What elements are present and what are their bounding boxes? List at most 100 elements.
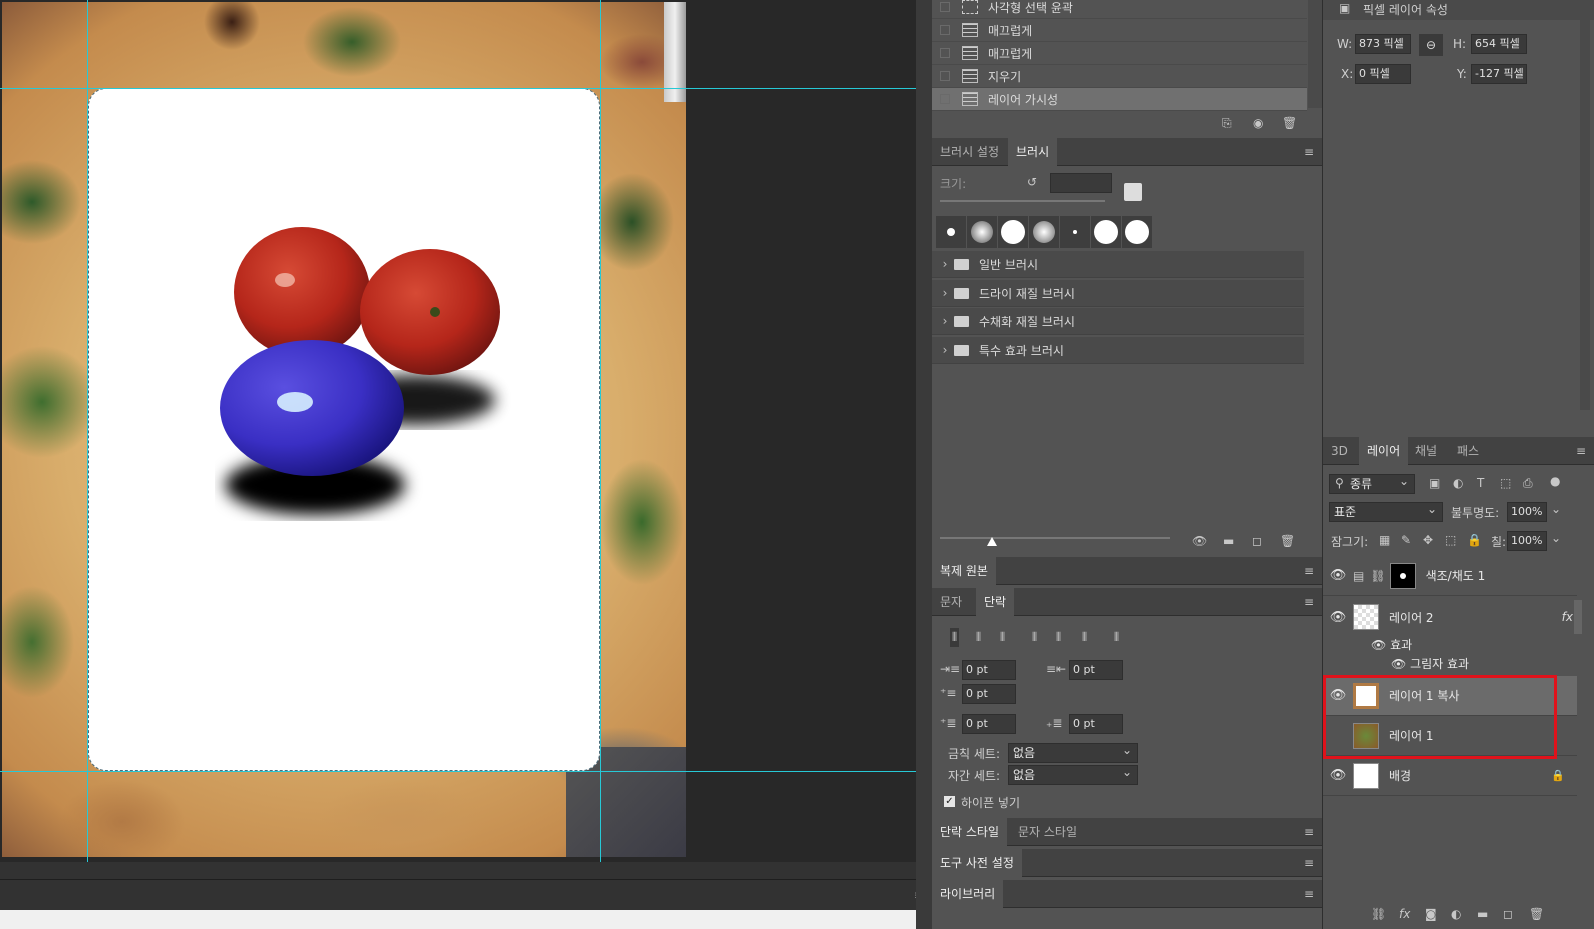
- layer-row-layer-2[interactable]: 👁 레이어 2 fx: [1323, 597, 1577, 637]
- adjustment-layer-icon[interactable]: ◐: [1451, 907, 1461, 921]
- link-icon[interactable]: ⊖: [1419, 34, 1443, 56]
- brush-folder[interactable]: › 수채화 재질 브러시: [932, 308, 1304, 335]
- brush-tip[interactable]: [1091, 216, 1121, 248]
- trash-icon[interactable]: 🗑: [1282, 116, 1297, 130]
- tab-brush[interactable]: 브러시: [1008, 138, 1058, 166]
- tab-character-styles[interactable]: 문자 스타일: [1010, 818, 1085, 846]
- tab-paragraph-styles[interactable]: 단락 스타일: [932, 818, 1008, 846]
- filter-toggle-icon[interactable]: ●: [1550, 474, 1560, 488]
- filter-shape-icon[interactable]: ⬚: [1500, 476, 1511, 490]
- fill-field[interactable]: 100%: [1507, 531, 1547, 551]
- panel-menu-icon[interactable]: ≡: [1304, 595, 1314, 609]
- tab-brush-settings[interactable]: 브러시 설정: [932, 138, 1007, 166]
- chevron-down-icon[interactable]: ⌄: [1551, 502, 1561, 516]
- brush-folder[interactable]: › 일반 브러시: [932, 251, 1304, 278]
- filter-pixel-icon[interactable]: ▣: [1429, 476, 1440, 490]
- indent-left-field[interactable]: 0 pt: [962, 660, 1016, 680]
- width-field[interactable]: 873 픽셀: [1355, 34, 1411, 54]
- effects-row[interactable]: 👁 효과: [1371, 636, 1412, 653]
- justify-center-icon[interactable]: ⫴: [1056, 630, 1061, 645]
- eye-icon[interactable]: 👁: [1323, 768, 1353, 783]
- lock-position-icon[interactable]: ✥: [1423, 533, 1433, 547]
- history-scrollbar[interactable]: [1308, 0, 1322, 108]
- panel-menu-icon[interactable]: ≡: [1304, 825, 1314, 839]
- panel-menu-icon[interactable]: ≡: [1576, 444, 1586, 458]
- toggle-preview-icon[interactable]: 👁: [1192, 534, 1207, 548]
- new-brush-icon[interactable]: [1124, 183, 1142, 201]
- guide-horizontal-bottom[interactable]: [0, 771, 916, 772]
- panel-menu-icon[interactable]: ≡: [1304, 856, 1314, 870]
- panel-menu-icon[interactable]: ≡: [1304, 887, 1314, 901]
- reset-icon[interactable]: ↺: [1027, 175, 1037, 189]
- mask-thumbnail[interactable]: [1389, 562, 1416, 589]
- tab-layers[interactable]: 레이어: [1359, 437, 1409, 465]
- panel-menu-icon[interactable]: ≡: [1304, 564, 1314, 578]
- blend-mode-select[interactable]: 표준: [1329, 500, 1443, 522]
- brush-folder[interactable]: › 특수 효과 브러시: [932, 337, 1304, 364]
- drop-shadow-row[interactable]: 👁 그림자 효과: [1391, 655, 1469, 672]
- trash-icon[interactable]: 🗑: [1529, 907, 1544, 921]
- link-layers-icon[interactable]: ⛓: [1371, 907, 1386, 921]
- hyphenate-checkbox[interactable]: ✓: [944, 796, 955, 807]
- brush-tip[interactable]: [936, 216, 966, 248]
- brush-tip[interactable]: [967, 216, 997, 248]
- history-item[interactable]: 지우기: [932, 65, 1307, 88]
- slider-handle[interactable]: [987, 537, 997, 546]
- eye-icon[interactable]: 👁: [1371, 638, 1386, 652]
- tab-clone-source[interactable]: 복제 원본: [932, 557, 996, 585]
- history-item-selected[interactable]: 레이어 가시성: [932, 88, 1307, 111]
- height-field[interactable]: 654 픽셀: [1471, 34, 1527, 54]
- tab-tool-presets[interactable]: 도구 사전 설정: [932, 849, 1022, 877]
- y-field[interactable]: -127 픽셀: [1471, 64, 1527, 84]
- tab-character[interactable]: 문자: [932, 588, 970, 616]
- new-document-from-state-icon[interactable]: ⎘: [1222, 116, 1232, 131]
- lock-artboard-icon[interactable]: ⬚: [1445, 533, 1456, 547]
- filter-adjustment-icon[interactable]: ◐: [1453, 476, 1463, 490]
- history-item[interactable]: 사각형 선택 윤곽: [932, 0, 1307, 19]
- mojikumi-select[interactable]: 없음: [1008, 763, 1138, 785]
- brush-tip[interactable]: [1122, 216, 1152, 248]
- add-style-icon[interactable]: fx: [1399, 907, 1410, 921]
- group-folder-icon[interactable]: ▬: [1477, 907, 1488, 921]
- opacity-field[interactable]: 100%: [1507, 502, 1547, 522]
- document-canvas[interactable]: [0, 0, 916, 862]
- eye-icon[interactable]: 👁: [1391, 657, 1406, 671]
- guide-vertical-right[interactable]: [600, 0, 601, 862]
- tab-paragraph[interactable]: 단락: [976, 588, 1015, 616]
- lock-image-icon[interactable]: ✎: [1401, 533, 1411, 547]
- align-right-icon[interactable]: ⫴: [1000, 630, 1005, 645]
- lock-transparent-icon[interactable]: ▦: [1379, 533, 1390, 547]
- tab-paths[interactable]: 패스: [1449, 437, 1487, 465]
- layer-row-hue-saturation[interactable]: 👁 ▤ ⛓ 색조/채도 1: [1323, 556, 1577, 596]
- align-center-icon[interactable]: ⫴: [976, 630, 981, 645]
- properties-scrollbar[interactable]: [1580, 0, 1590, 410]
- lock-all-icon[interactable]: 🔒: [1467, 533, 1482, 547]
- brush-tip[interactable]: [998, 216, 1028, 248]
- tab-channels[interactable]: 채널: [1407, 437, 1445, 465]
- link-icon[interactable]: ⛓: [1370, 569, 1385, 583]
- history-item[interactable]: 매끄럽게: [932, 19, 1307, 42]
- guide-horizontal-top[interactable]: [0, 88, 916, 89]
- space-before-field[interactable]: 0 pt: [962, 714, 1016, 734]
- brush-tip[interactable]: [1060, 216, 1090, 248]
- brush-preview-slider[interactable]: [940, 537, 1170, 539]
- snapshot-icon[interactable]: ◉: [1253, 116, 1263, 130]
- justify-all-icon[interactable]: ⫴: [1114, 630, 1119, 645]
- history-item[interactable]: 매끄럽게: [932, 42, 1307, 65]
- kinsoku-select[interactable]: 없음: [1008, 741, 1138, 763]
- new-layer-icon[interactable]: ◻: [1503, 907, 1513, 921]
- eye-icon[interactable]: 👁: [1323, 610, 1353, 625]
- tab-libraries[interactable]: 라이브러리: [932, 880, 1004, 908]
- align-left-icon[interactable]: ⫴: [950, 628, 960, 647]
- indent-first-line-field[interactable]: 0 pt: [962, 684, 1016, 704]
- eye-icon[interactable]: 👁: [1323, 568, 1353, 583]
- x-field[interactable]: 0 픽셀: [1355, 64, 1411, 84]
- add-mask-icon[interactable]: ◙: [1425, 907, 1437, 921]
- panel-divider[interactable]: [916, 0, 932, 929]
- justify-right-icon[interactable]: ⫴: [1082, 630, 1087, 645]
- new-brush-icon[interactable]: ◻: [1252, 534, 1262, 548]
- filter-type-icon[interactable]: T: [1477, 476, 1484, 490]
- brush-size-field[interactable]: [1050, 173, 1112, 193]
- brush-tip[interactable]: [1029, 216, 1059, 248]
- guide-vertical-left[interactable]: [87, 0, 88, 862]
